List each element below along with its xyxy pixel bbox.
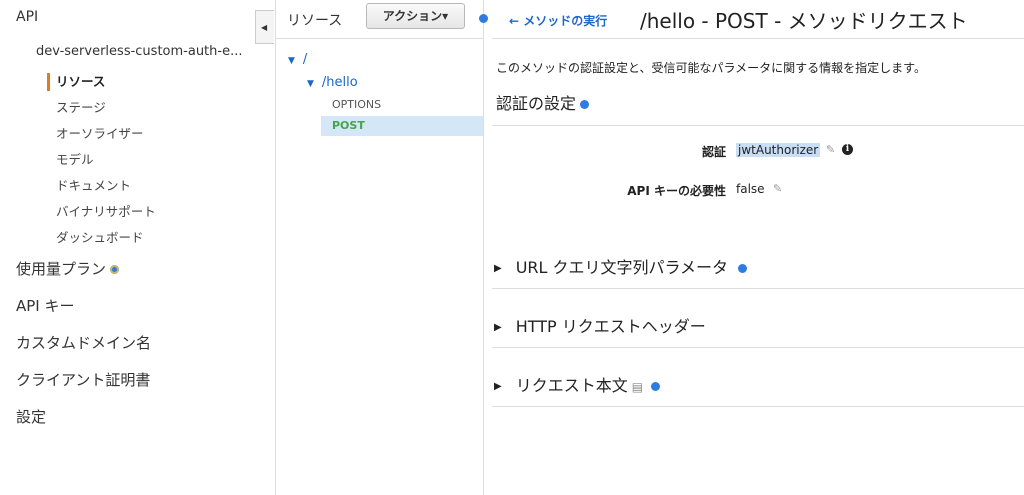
nav-api-name[interactable]: dev-serverless-custom-auth-e...	[36, 44, 242, 59]
edit-pencil-icon[interactable]: ✎	[826, 143, 835, 156]
nav-item-label: 使用量プラン	[16, 260, 107, 278]
expander-label: URL クエリ文字列パラメータ	[515, 258, 729, 277]
nav-item-usage-plans[interactable]: 使用量プラン	[16, 258, 151, 295]
info-dot-icon	[738, 264, 748, 273]
http-request-headers-expander[interactable]: ▶ HTTP リクエストヘッダー	[494, 313, 706, 337]
nav-item-models[interactable]: モデル	[47, 150, 156, 176]
edit-pencil-icon[interactable]: ✎	[773, 182, 782, 195]
resource-path: /	[302, 52, 308, 67]
nav-sub-menu: リソース ステージ オーソライザー モデル ドキュメント バイナリサポート ダッ…	[47, 72, 156, 254]
nav-item-custom-domains[interactable]: カスタムドメイン名	[16, 332, 151, 369]
method-post-selected[interactable]: POST	[321, 116, 483, 136]
collapse-sidebar-button[interactable]: ◀	[255, 10, 274, 44]
info-dot-icon	[651, 382, 661, 391]
auth-label: 認証	[701, 145, 726, 159]
info-dot-icon	[110, 265, 120, 274]
resource-path: /hello	[321, 75, 358, 90]
back-to-method-execution-link[interactable]: ← メソッドの実行	[509, 12, 607, 29]
nav-item-client-certificates[interactable]: クライアント証明書	[16, 369, 151, 406]
section-title-label: 認証の設定	[496, 94, 577, 113]
divider	[492, 347, 1024, 348]
resource-root[interactable]: ▼ /	[288, 52, 307, 67]
url-query-params-expander[interactable]: ▶ URL クエリ文字列パラメータ	[494, 254, 748, 278]
description-text: このメソッドの認証設定と、受信可能なパラメータに関する情報を指定します。	[496, 61, 926, 75]
left-navigation: API dev-serverless-custom-auth-e... リソース…	[0, 0, 255, 495]
method-options[interactable]: OPTIONS	[332, 98, 381, 111]
resource-tree-panel: リソース アクション▾ ▼ / ▼/hello OPTIONS POST	[276, 0, 483, 495]
method-label: POST	[332, 119, 365, 132]
divider	[492, 288, 1024, 289]
caret-down-icon[interactable]: ▼	[288, 56, 295, 66]
expander-label: HTTP リクエストヘッダー	[515, 317, 706, 336]
method-request-panel: ← メソッドの実行 /hello - POST - メソッドリクエスト このメソ…	[484, 0, 1024, 495]
resource-hello[interactable]: ▼ /hello	[307, 75, 358, 90]
page-title: /hello - POST - メソッドリクエスト	[640, 9, 968, 33]
caret-right-icon: ▶	[494, 381, 502, 392]
auth-value: jwtAuthorizer	[736, 143, 821, 157]
nav-item-binary-support[interactable]: バイナリサポート	[47, 202, 156, 228]
divider	[492, 125, 1024, 126]
nav-item-resources[interactable]: リソース	[47, 72, 156, 98]
request-body-expander[interactable]: ▶ リクエスト本文 ▤	[494, 372, 661, 396]
divider	[492, 406, 1024, 407]
caret-right-icon: ▶	[494, 322, 502, 333]
nav-item-api-keys[interactable]: API キー	[16, 295, 151, 332]
nav-item-stages[interactable]: ステージ	[47, 98, 156, 124]
nav-main-menu: 使用量プラン API キー カスタムドメイン名 クライアント証明書 設定	[16, 258, 151, 443]
nav-item-documentation[interactable]: ドキュメント	[47, 176, 156, 202]
api-key-required-value: false	[736, 182, 765, 196]
book-icon[interactable]: ▤	[632, 380, 643, 394]
nav-item-settings[interactable]: 設定	[16, 406, 151, 443]
info-icon[interactable]: i	[842, 144, 853, 155]
nav-item-authorizers[interactable]: オーソライザー	[47, 124, 156, 150]
info-dot-icon	[580, 100, 590, 109]
caret-down-icon[interactable]: ▼	[307, 79, 314, 89]
chevron-left-icon: ◀	[261, 23, 268, 32]
divider	[492, 38, 1024, 39]
nav-api-link[interactable]: API	[16, 9, 38, 25]
resources-title: リソース	[287, 13, 343, 29]
actions-dropdown-button[interactable]: アクション▾	[366, 3, 465, 29]
auth-section-title: 認証の設定	[496, 90, 590, 114]
nav-item-dashboard[interactable]: ダッシュボード	[47, 228, 156, 254]
expander-label: リクエスト本文	[515, 376, 628, 395]
caret-right-icon: ▶	[494, 263, 502, 274]
api-key-required-label: API キーの必要性	[627, 184, 726, 198]
divider	[276, 38, 483, 39]
